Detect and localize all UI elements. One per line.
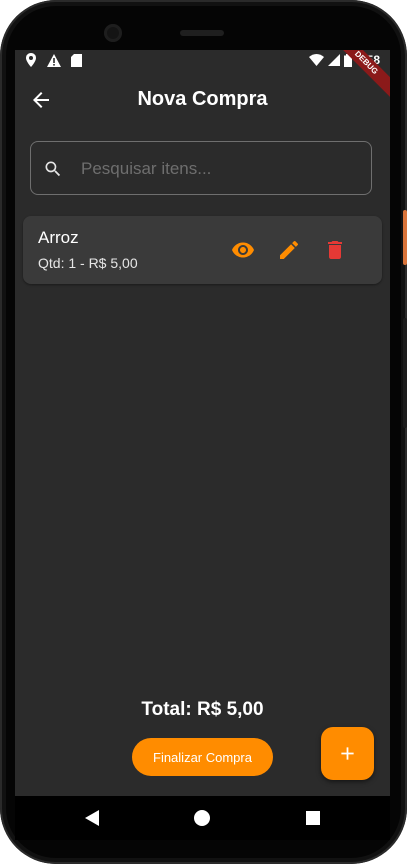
nav-recents-icon[interactable] bbox=[306, 811, 320, 825]
signal-icon bbox=[327, 54, 340, 66]
power-button[interactable] bbox=[403, 210, 407, 265]
edit-icon[interactable] bbox=[277, 238, 301, 262]
app-bar: Nova Compra bbox=[15, 74, 390, 126]
system-nav-bar bbox=[15, 796, 390, 840]
item-details: Qtd: 1 - R$ 5,00 bbox=[38, 255, 138, 271]
search-field[interactable] bbox=[30, 141, 372, 196]
search-icon bbox=[45, 161, 61, 177]
app-screen: 9:58 DEBUG Nova Compra Arroz Qtd: 1 - R$… bbox=[15, 50, 390, 796]
wifi-icon bbox=[308, 54, 324, 66]
view-icon[interactable] bbox=[231, 238, 255, 262]
status-left-icons bbox=[25, 53, 82, 67]
delete-icon[interactable] bbox=[323, 238, 347, 262]
finalize-button[interactable]: Finalizar Compra bbox=[132, 738, 273, 776]
sd-card-icon bbox=[71, 53, 82, 67]
front-camera bbox=[104, 24, 122, 42]
item-name: Arroz bbox=[38, 228, 79, 247]
nav-back-icon[interactable] bbox=[85, 810, 99, 826]
add-item-button[interactable] bbox=[321, 727, 374, 780]
warning-icon bbox=[47, 53, 61, 67]
total-label: Total: R$ 5,00 bbox=[141, 699, 264, 720]
volume-button[interactable] bbox=[403, 318, 407, 428]
earpiece-speaker bbox=[180, 30, 224, 36]
search-input[interactable] bbox=[79, 142, 363, 196]
list-item[interactable]: Arroz Qtd: 1 - R$ 5,00 bbox=[23, 216, 382, 284]
nav-home-icon[interactable] bbox=[194, 810, 210, 826]
page-title: Nova Compra bbox=[137, 88, 268, 110]
plus-icon bbox=[341, 747, 354, 760]
phone-frame: 9:58 DEBUG Nova Compra Arroz Qtd: 1 - R$… bbox=[0, 0, 407, 864]
location-icon bbox=[26, 53, 36, 67]
status-bar: 9:58 DEBUG bbox=[15, 50, 390, 104]
